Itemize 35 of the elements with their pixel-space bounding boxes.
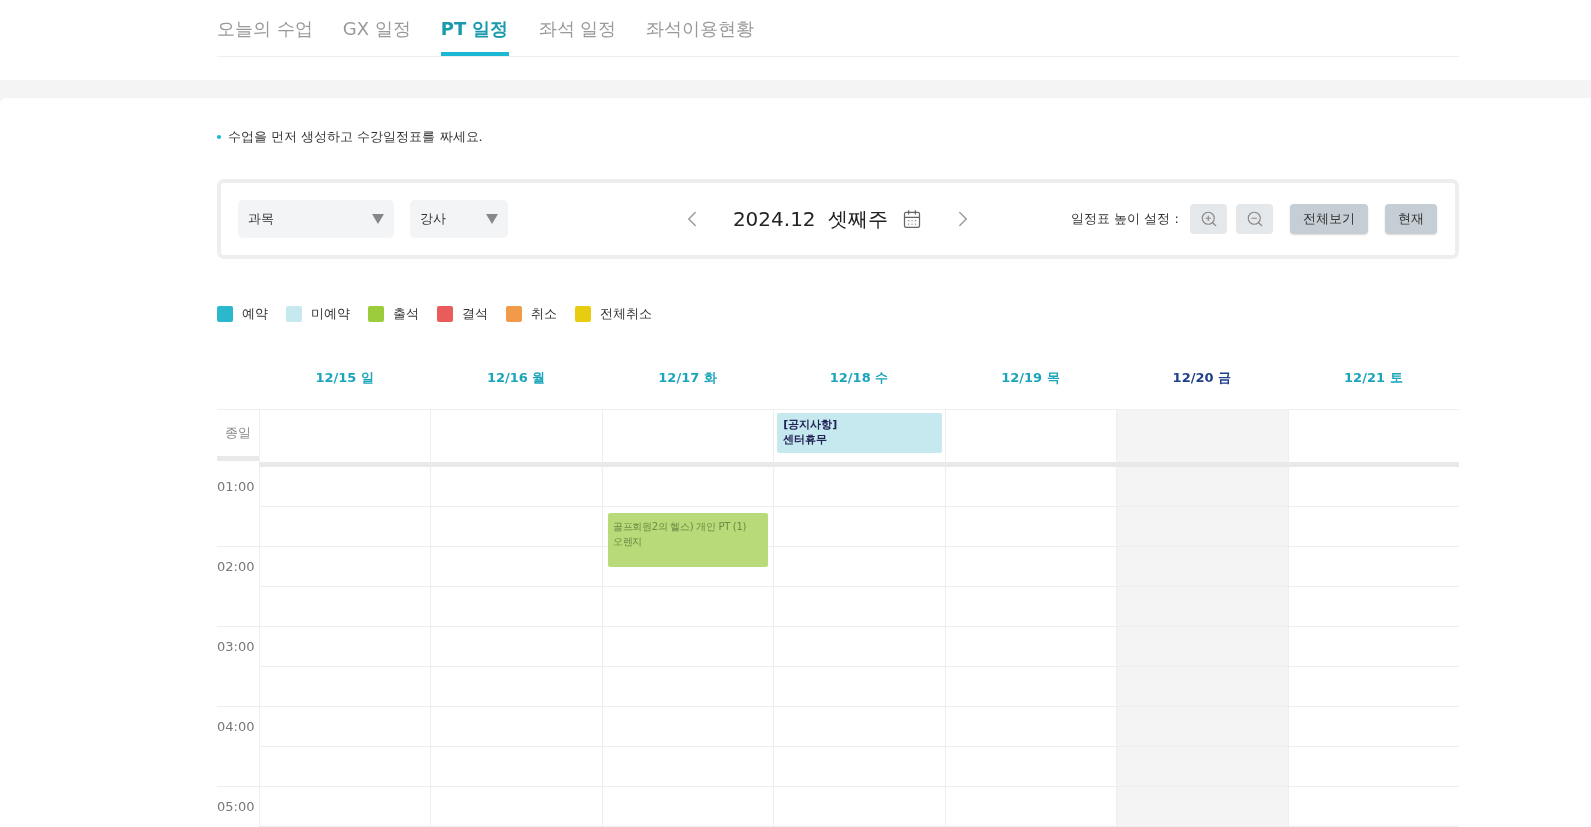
calendar-icon[interactable] xyxy=(902,209,923,229)
day-header: 12/16 월 xyxy=(485,369,547,387)
day-header: 12/18 수 xyxy=(828,369,890,387)
tab[interactable]: 오늘의 수업 xyxy=(217,15,313,56)
height-setting-label: 일정표 높이 설정 : xyxy=(1071,210,1179,228)
tab[interactable]: PT 일정 xyxy=(440,15,509,56)
zoom-in-button[interactable] xyxy=(1190,204,1227,234)
day-header: 12/17 화 xyxy=(657,369,718,387)
notice-text: 수업을 먼저 생성하고 수강일정표를 짜세요. xyxy=(228,128,483,146)
view-button[interactable]: 현재 xyxy=(1385,204,1437,234)
subject-dropdown[interactable]: 과목 xyxy=(238,200,394,238)
day-header: 12/19 목 xyxy=(1000,369,1061,387)
caret-icon xyxy=(372,214,384,224)
zoom-out-icon xyxy=(1245,210,1264,228)
instructor-dropdown[interactable]: 강사 xyxy=(410,200,508,238)
legend-label: 취소 xyxy=(531,305,557,323)
view-button[interactable]: 전체보기 xyxy=(1290,204,1368,234)
tab[interactable]: 좌석이용현황 xyxy=(646,15,755,56)
legend-label: 결석 xyxy=(462,305,488,323)
tab[interactable]: GX 일정 xyxy=(342,15,411,56)
legend-label: 미예약 xyxy=(311,305,350,323)
legend-label: 예약 xyxy=(242,305,268,323)
zoom-in-icon xyxy=(1199,210,1218,228)
legend-label: 출석 xyxy=(393,305,419,323)
bullet-icon xyxy=(217,135,221,139)
caret-icon xyxy=(486,214,498,224)
zoom-out-button[interactable] xyxy=(1236,204,1273,234)
day-header: 12/15 일 xyxy=(314,369,375,387)
schedule-event[interactable]: 골프회원2의 헬스) 개인 PT (1) 오렌지 xyxy=(607,513,769,567)
legend-label: 전체취소 xyxy=(600,305,652,323)
all-day-event[interactable]: [공지사항] 센터휴무 xyxy=(777,413,942,453)
week-title: 2024.12 셋째주 xyxy=(732,205,889,233)
day-header: 12/20 금 xyxy=(1171,369,1233,387)
tab[interactable]: 좌석 일정 xyxy=(538,15,617,56)
day-header: 12/21 토 xyxy=(1343,369,1404,387)
